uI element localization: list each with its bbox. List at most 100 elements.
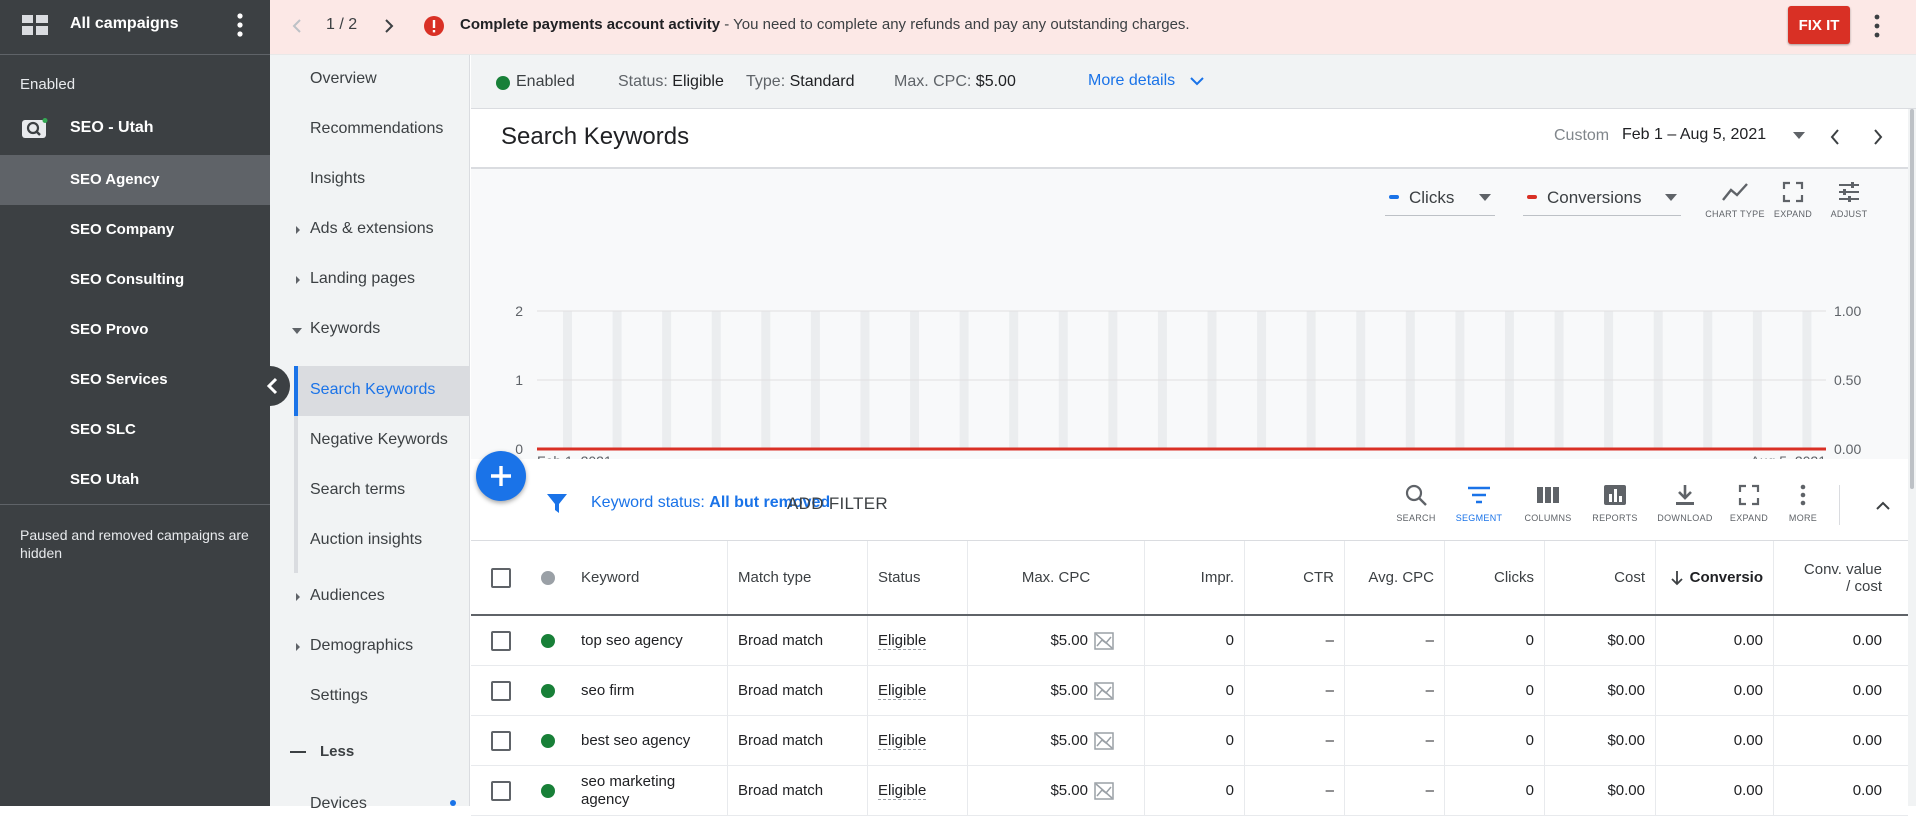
adgroup-seo-company[interactable]: SEO Company bbox=[0, 205, 270, 255]
date-range-picker[interactable]: Feb 1 – Aug 5, 2021 bbox=[1622, 126, 1766, 144]
add-filter-button[interactable]: ADD FILTER bbox=[787, 494, 888, 514]
chevron-down-icon[interactable] bbox=[1189, 75, 1205, 89]
cell-max-cpc[interactable]: $5.00 bbox=[968, 716, 1145, 765]
nav-ads-extensions[interactable]: Ads & extensions bbox=[270, 205, 470, 255]
row-checkbox[interactable] bbox=[491, 730, 511, 751]
reports-tool-button[interactable]: REPORTS bbox=[1585, 483, 1645, 523]
table-row[interactable]: seo marketing agency Broad match Eligible 0… bbox=[471, 766, 1908, 816]
chart-type-button[interactable]: CHART TYPE bbox=[1703, 181, 1767, 229]
bid-chart-icon[interactable] bbox=[1094, 631, 1114, 650]
nav-insights[interactable]: Insights bbox=[270, 155, 470, 205]
more-vert-icon[interactable] bbox=[232, 12, 248, 38]
chevron-right-icon[interactable] bbox=[382, 16, 396, 36]
header-match-type[interactable]: Match type bbox=[728, 541, 868, 614]
enabled-status-dot[interactable] bbox=[541, 733, 555, 748]
nav-recommendations[interactable]: Recommendations bbox=[270, 105, 470, 155]
collapse-sidebar-button[interactable] bbox=[256, 366, 290, 406]
adgroup-seo-consulting[interactable]: SEO Consulting bbox=[0, 255, 270, 305]
expand-tool-button[interactable]: EXPAND bbox=[1719, 483, 1779, 523]
cell-max-cpc[interactable]: $5.00 bbox=[968, 666, 1145, 715]
nav-landing-pages[interactable]: Landing pages bbox=[270, 255, 470, 305]
cell-max-cpc[interactable]: $5.00 bbox=[968, 616, 1145, 665]
row-checkbox[interactable] bbox=[491, 680, 511, 701]
adgroup-seo-provo[interactable]: SEO Provo bbox=[0, 305, 270, 355]
table-row[interactable]: seo firm Broad match Eligible 0 – – 0 $0.00 0.00… bbox=[471, 666, 1908, 716]
nav-auction-insights[interactable]: Auction insights bbox=[270, 516, 470, 566]
row-checkbox[interactable] bbox=[491, 780, 511, 801]
campaign-item[interactable]: SEO - Utah bbox=[0, 104, 270, 154]
header-conv-value-cost[interactable]: Conv. value / cost bbox=[1774, 541, 1892, 614]
cell-match-type-value[interactable]: Broad match bbox=[738, 732, 823, 749]
nav-demographics[interactable]: Demographics bbox=[270, 622, 470, 672]
table-row[interactable]: top seo agency Broad match Eligible 0 – – 0 $0.… bbox=[471, 616, 1908, 666]
columns-tool-button[interactable]: COLUMNS bbox=[1518, 483, 1578, 523]
nav-keywords[interactable]: Keywords bbox=[270, 305, 470, 355]
header-cost[interactable]: Cost bbox=[1545, 541, 1656, 614]
chevron-left-icon[interactable] bbox=[290, 16, 304, 36]
nav-less-toggle[interactable]: Less bbox=[320, 743, 354, 760]
fix-it-button[interactable]: FIX IT bbox=[1788, 6, 1850, 44]
chart-expand-button[interactable]: EXPAND bbox=[1761, 181, 1825, 229]
cell-match-type-value[interactable]: Broad match bbox=[738, 632, 823, 649]
download-tool-button[interactable]: DOWNLOAD bbox=[1655, 483, 1715, 523]
bid-chart-icon[interactable] bbox=[1094, 731, 1114, 750]
adgroup-seo-utah[interactable]: SEO Utah bbox=[0, 455, 270, 505]
nav-negative-keywords[interactable]: Negative Keywords bbox=[270, 416, 470, 466]
caret-down-icon[interactable] bbox=[1793, 132, 1805, 140]
header-impr[interactable]: Impr. bbox=[1145, 541, 1245, 614]
nav-search-keywords[interactable]: Search Keywords bbox=[298, 366, 470, 416]
more-vert-icon[interactable] bbox=[1870, 12, 1884, 40]
cell-status-value[interactable]: Eligible bbox=[878, 632, 927, 650]
cell-status-value[interactable]: Eligible bbox=[878, 682, 927, 700]
status-dot-header[interactable] bbox=[531, 541, 571, 614]
nav-devices[interactable]: Devices bbox=[270, 780, 470, 830]
cell-keyword-value[interactable]: seo marketing agency bbox=[581, 773, 717, 809]
enabled-status-dot[interactable] bbox=[541, 683, 555, 698]
row-checkbox[interactable] bbox=[491, 630, 511, 651]
header-ctr[interactable]: CTR bbox=[1245, 541, 1345, 614]
more-tool-button[interactable]: MORE bbox=[1773, 483, 1833, 523]
metric2-selector[interactable]: Conversions bbox=[1523, 182, 1681, 216]
chart-adjust-button[interactable]: ADJUST bbox=[1817, 181, 1881, 229]
cell-status-value[interactable]: Eligible bbox=[878, 782, 927, 800]
more-details-link[interactable]: More details bbox=[1088, 72, 1175, 90]
grid-view-icon[interactable] bbox=[22, 15, 48, 35]
adgroup-seo-services[interactable]: SEO Services bbox=[0, 355, 270, 405]
cell-max-cpc[interactable]: $5.00 bbox=[968, 766, 1145, 815]
adgroup-seo-agency[interactable]: SEO Agency bbox=[0, 155, 270, 205]
table-row[interactable]: best seo agency Broad match Eligible 0 – – 0 $0… bbox=[471, 716, 1908, 766]
select-all-checkbox[interactable] bbox=[491, 567, 511, 588]
nav-overview[interactable]: Overview bbox=[270, 55, 470, 105]
nav-settings[interactable]: Settings bbox=[270, 672, 470, 722]
adgroup-seo-slc[interactable]: SEO SLC bbox=[0, 405, 270, 455]
scrollbar-thumb[interactable] bbox=[1910, 109, 1914, 489]
cell-status-value[interactable]: Eligible bbox=[878, 732, 927, 750]
cell-match-type-value[interactable]: Broad match bbox=[738, 682, 823, 699]
chevron-left-icon[interactable] bbox=[1829, 127, 1841, 147]
chevron-right-icon[interactable] bbox=[1872, 127, 1884, 147]
chevron-up-icon[interactable] bbox=[1875, 499, 1891, 511]
header-keyword[interactable]: Keyword bbox=[571, 541, 728, 614]
cell-match-type-value[interactable]: Broad match bbox=[738, 782, 823, 799]
header-status[interactable]: Status bbox=[868, 541, 968, 614]
all-campaigns-link[interactable]: All campaigns bbox=[70, 15, 178, 33]
bid-chart-icon[interactable] bbox=[1094, 681, 1114, 700]
cell-keyword-value[interactable]: seo firm bbox=[581, 682, 634, 700]
header-max-cpc[interactable]: Max. CPC bbox=[968, 541, 1145, 614]
segment-tool-button[interactable]: SEGMENT bbox=[1449, 483, 1509, 523]
search-tool-button[interactable]: SEARCH bbox=[1386, 483, 1446, 523]
enabled-status-dropdown[interactable]: Enabled bbox=[516, 73, 575, 91]
metric1-selector[interactable]: Clicks bbox=[1385, 182, 1495, 216]
bid-chart-icon[interactable] bbox=[1094, 781, 1114, 800]
enabled-status-dot[interactable] bbox=[541, 783, 555, 798]
header-conversions[interactable]: Conversio bbox=[1656, 541, 1774, 614]
filter-icon[interactable] bbox=[546, 492, 568, 514]
cell-keyword-value[interactable]: top seo agency bbox=[581, 632, 683, 650]
cell-keyword-value[interactable]: best seo agency bbox=[581, 732, 690, 750]
header-avg-cpc[interactable]: Avg. CPC bbox=[1345, 541, 1445, 614]
nav-audiences[interactable]: Audiences bbox=[270, 572, 470, 622]
enabled-status-dot[interactable] bbox=[541, 633, 555, 648]
header-clicks[interactable]: Clicks bbox=[1445, 541, 1545, 614]
nav-search-terms[interactable]: Search terms bbox=[270, 466, 470, 516]
add-keyword-button[interactable] bbox=[476, 451, 526, 501]
